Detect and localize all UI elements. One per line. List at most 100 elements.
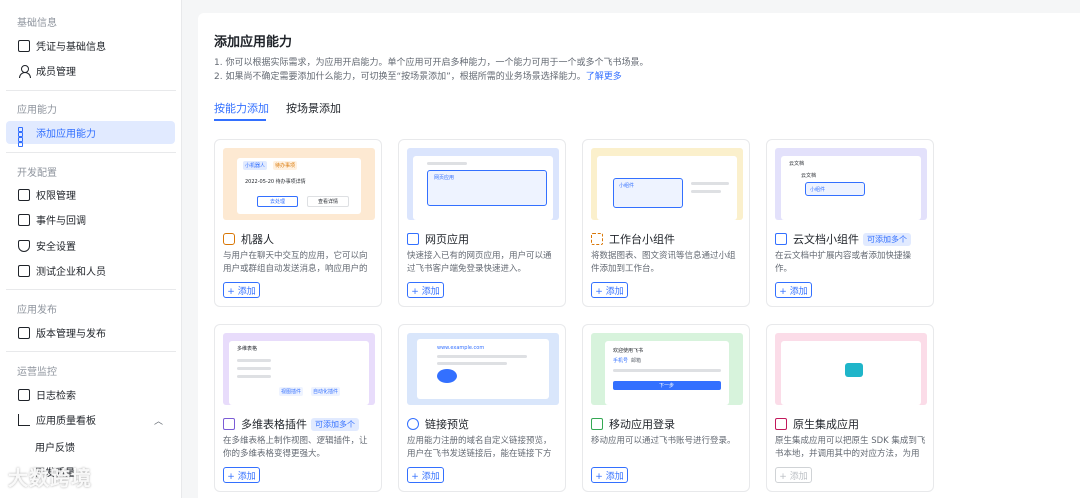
bot-btn-1: 去处理 bbox=[257, 196, 299, 207]
sidebar-item-label: 安全设置 bbox=[36, 242, 76, 253]
user-icon bbox=[18, 64, 31, 78]
divider bbox=[6, 90, 176, 91]
card-head: 机器人 bbox=[223, 231, 274, 247]
card-description: 应用能力注册的域名自定义链接预览，用户在飞书发送链接后，能在链接下方展示... bbox=[407, 436, 552, 459]
card-head: 原生集成应用 bbox=[775, 416, 859, 432]
tab-by-capability[interactable]: 按能力添加 bbox=[214, 100, 269, 116]
add-button[interactable]: + 添加 bbox=[223, 467, 260, 483]
sidebar-item-members[interactable]: 成员管理 bbox=[6, 59, 175, 82]
card-title: 工作台小组件 bbox=[609, 233, 675, 246]
base-btn-2: 自动化插件 bbox=[311, 387, 341, 396]
sidebar-item-label: 权限管理 bbox=[36, 191, 76, 202]
native-icon bbox=[775, 418, 787, 430]
card-description: 将数据图表、图文资讯等信息通过小组件添加到工作台。 bbox=[591, 251, 736, 274]
sidebar-item-label: 成员管理 bbox=[36, 67, 76, 78]
chart-icon bbox=[18, 413, 30, 426]
mobile-icon bbox=[591, 418, 603, 430]
bar bbox=[437, 355, 527, 358]
base-preview: 多维表格 视图插件 自动化插件 bbox=[223, 333, 375, 405]
sidebar-item-label: 应用质量看板 bbox=[36, 416, 96, 427]
learn-more-link[interactable]: 了解更多 bbox=[586, 72, 622, 82]
add-button[interactable]: + 添加 bbox=[775, 467, 812, 483]
card-head: 云文档小组件 可添加多个 bbox=[775, 231, 911, 247]
base-title: 多维表格 bbox=[237, 346, 258, 352]
bar bbox=[613, 369, 721, 372]
link-url: www.example.com bbox=[437, 345, 485, 351]
doc-sub: 云文档 bbox=[801, 173, 817, 179]
card-head: 工作台小组件 bbox=[591, 231, 675, 247]
sidebar-item-credentials[interactable]: 凭证与基础信息 bbox=[6, 34, 175, 57]
section-title-dev: 开发配置 bbox=[17, 168, 57, 179]
card-description: 原生集成应用可以把原生 SDK 集成到飞书本地，并调用其中的对应方法，为用户提.… bbox=[775, 436, 926, 459]
shield-icon bbox=[18, 239, 30, 252]
card-bot: 小机器人 待办事项 2022-05-20 待办事项详情 去处理 查看详情 机器人… bbox=[214, 139, 382, 307]
sidebar-item-quality[interactable]: 应用质量看板 ︿ bbox=[6, 408, 175, 431]
tab-underline bbox=[214, 119, 266, 121]
card-head: 链接预览 bbox=[407, 416, 469, 432]
add-button[interactable]: + 添加 bbox=[775, 282, 812, 298]
bar bbox=[437, 362, 507, 365]
add-button[interactable]: + 添加 bbox=[407, 467, 444, 483]
card-head: 移动应用登录 bbox=[591, 416, 675, 432]
bot-preview: 小机器人 待办事项 2022-05-20 待办事项详情 去处理 查看详情 bbox=[223, 148, 375, 220]
card-title: 移动应用登录 bbox=[609, 418, 675, 431]
widget-label: 小组件 bbox=[619, 183, 635, 189]
doc-widget-label: 小组件 bbox=[810, 187, 826, 193]
widget-icon bbox=[591, 233, 603, 245]
sidebar-item-events[interactable]: 事件与回调 bbox=[6, 208, 175, 231]
description-2: 2. 如果尚不确定需要添加什么能力，可切换至“按场景添加”，根据所需的业务场景选… bbox=[214, 69, 622, 82]
doc-frame: 小组件 bbox=[805, 182, 865, 196]
add-button[interactable]: + 添加 bbox=[407, 282, 444, 298]
main-panel: 添加应用能力 1. 你可以根据实际需求，为应用开启能力。单个应用可开启多种能力，… bbox=[198, 13, 1080, 498]
add-button[interactable]: + 添加 bbox=[591, 467, 628, 483]
bar bbox=[237, 359, 271, 362]
login-tab-2: 邮箱 bbox=[631, 358, 642, 364]
bar bbox=[691, 182, 729, 185]
bar bbox=[237, 367, 271, 370]
add-button[interactable]: + 添加 bbox=[591, 282, 628, 298]
card-workbench-widget: 小组件 工作台小组件 将数据图表、图文资讯等信息通过小组件添加到工作台。 + 添… bbox=[582, 139, 750, 307]
card-description: 移动应用可以通过飞书账号进行登录。 bbox=[591, 436, 736, 446]
page-title: 添加应用能力 bbox=[214, 35, 293, 50]
link-chat: www.example.com bbox=[417, 339, 549, 399]
sidebar-item-security[interactable]: 安全设置 bbox=[6, 234, 175, 257]
divider bbox=[6, 289, 176, 290]
test-icon bbox=[18, 264, 30, 277]
badge-multiple: 可添加多个 bbox=[863, 232, 911, 246]
permission-icon bbox=[18, 188, 30, 201]
chevron-up-icon[interactable]: ︿ bbox=[154, 414, 163, 427]
event-icon bbox=[18, 213, 30, 226]
web-preview: 网页应用 bbox=[407, 148, 559, 220]
sidebar-item-label: 事件与回调 bbox=[36, 216, 86, 227]
version-icon bbox=[18, 326, 30, 339]
native-window bbox=[781, 341, 921, 405]
section-title-ops: 运营监控 bbox=[17, 367, 57, 378]
add-button[interactable]: + 添加 bbox=[223, 282, 260, 298]
table-icon bbox=[223, 418, 235, 430]
card-description: 在云文档中扩展内容或者添加快捷操作。 bbox=[775, 251, 912, 274]
sidebar-item-test-tenants[interactable]: 测试企业和人员 bbox=[6, 259, 175, 282]
sidebar-item-versions[interactable]: 版本管理与发布 bbox=[6, 321, 175, 344]
doc-window: 云文档 云文档 小组件 bbox=[781, 156, 921, 220]
tab-by-scenario[interactable]: 按场景添加 bbox=[286, 100, 341, 116]
divider bbox=[6, 351, 176, 352]
web-frame: 网页应用 bbox=[427, 170, 547, 206]
widget-window: 小组件 bbox=[597, 156, 737, 220]
login-title: 欢迎使用飞书 bbox=[613, 348, 644, 354]
login-window: 欢迎使用飞书 手机号 邮箱 下一步 bbox=[605, 341, 729, 405]
card-title: 多维表格插件 bbox=[241, 418, 307, 431]
card-title: 云文档小组件 bbox=[793, 233, 859, 246]
base-window: 多维表格 视图插件 自动化插件 bbox=[229, 341, 369, 405]
sidebar-item-label: 添加应用能力 bbox=[36, 129, 96, 140]
widget-frame: 小组件 bbox=[613, 178, 683, 208]
card-description: 快速接入已有的网页应用，用户可以通过飞书客户端免登录快速进入。 bbox=[407, 251, 552, 274]
login-tab-1: 手机号 bbox=[613, 358, 629, 364]
bar bbox=[691, 190, 721, 193]
sidebar-item-permissions[interactable]: 权限管理 bbox=[6, 183, 175, 206]
sidebar-item-logs[interactable]: 日志检索 bbox=[6, 383, 175, 406]
id-card-icon bbox=[18, 39, 30, 52]
sidebar-item-add-capability[interactable]: 添加应用能力 bbox=[6, 121, 175, 147]
sidebar: 基础信息 凭证与基础信息 成员管理 应用能力 添加应用能力 开发配置 权限管理 … bbox=[0, 0, 182, 498]
sidebar-subitem-feedback[interactable]: 用户反馈 bbox=[35, 439, 75, 454]
badge-multiple: 可添加多个 bbox=[311, 417, 359, 431]
